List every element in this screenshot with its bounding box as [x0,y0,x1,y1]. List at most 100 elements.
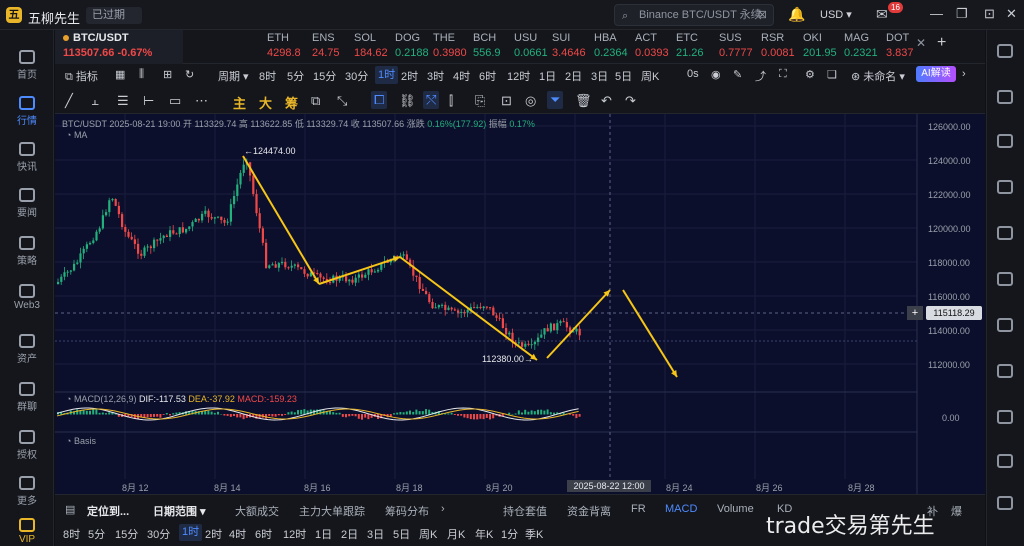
bottom-timeframe-13[interactable]: 周K [419,526,437,542]
timeframe-5[interactable]: 2时 [401,68,418,84]
bottom-timeframe-3[interactable]: 30分 [147,526,170,542]
ticker-sui[interactable]: SUI 3.4646 [552,30,592,64]
scale-icon[interactable]: ⤡ [337,93,347,109]
add-alert-button[interactable]: + [907,306,923,320]
ticker-eth[interactable]: ETH 4298.8 [267,30,307,64]
bottom-timeframe-10[interactable]: 2日 [341,526,358,542]
ticker-etc[interactable]: ETC 21.26 [676,30,716,64]
chevron-right-icon[interactable]: › [441,503,445,515]
more-dots-icon[interactable]: ⋯ [195,93,208,109]
bottom-timeframe-17[interactable]: 季K [525,526,543,542]
ticker-act[interactable]: ACT 0.0393 [635,30,675,64]
sidebar-item-news[interactable]: 快讯 [0,142,54,173]
bell-icon[interactable]: 🔔 [788,6,805,23]
history-icon[interactable] [997,454,1013,468]
share-icon[interactable]: ⤴ [755,68,766,84]
bottom-timeframe-16[interactable]: 1分 [501,526,518,542]
lock-icon[interactable]: ⊡ [501,93,512,109]
calendar-icon[interactable] [997,226,1013,240]
tab-divergence[interactable]: 资金背离 [567,503,611,519]
chips-button[interactable]: 筹 [285,93,298,112]
bottom-timeframe-12[interactable]: 5日 [393,526,410,542]
tab-large-trades[interactable]: 大额成交 [235,503,279,519]
timeframe-12[interactable]: 3日 [591,68,608,84]
bottom-timeframe-0[interactable]: 8时 [63,526,80,542]
tab-chips[interactable]: 筹码分布 [385,503,429,519]
tab-macd[interactable]: MACD [665,503,697,515]
ticker-usu[interactable]: USU 0.0661 [514,30,554,64]
ticker-hba[interactable]: HBA 0.2364 [594,30,634,64]
bottom-timeframe-8[interactable]: 12时 [283,526,306,542]
tab-volume[interactable]: Volume [717,503,754,515]
timeframe-3[interactable]: 30分 [345,68,368,84]
help-icon[interactable] [997,496,1013,510]
timeframe-14[interactable]: 周K [641,68,659,84]
bottom-timeframe-2[interactable]: 15分 [115,526,138,542]
unnamed-layout-select[interactable]: ⊛ 未命名 ▾ [851,68,905,84]
sidebar-item-vip[interactable]: VIP [0,518,54,545]
tab-main-orders[interactable]: 主力大单跟踪 [299,503,365,519]
eye-icon[interactable]: ◎ [525,93,536,109]
close-icon[interactable]: ✕ [1006,6,1017,22]
timeframe-8[interactable]: 6时 [479,68,496,84]
crosshair-icon[interactable]: ⤲ [423,91,440,109]
sidebar-item-market[interactable]: 行情 [0,96,54,127]
ai-interpret-button[interactable]: AI解读 [916,66,956,82]
bottom-timeframe-4[interactable]: 1时 [179,524,203,541]
ray-icon[interactable]: ⊢ [143,93,154,109]
channel-icon[interactable]: ☰ [117,93,129,109]
indicators-button[interactable]: ⧉ 指标 [65,68,98,84]
sidebar-item-auth[interactable]: 授权 [0,430,54,461]
rectangle-icon[interactable]: ▭ [169,93,181,109]
bottom-timeframe-6[interactable]: 4时 [229,526,246,542]
filter-icon[interactable]: ⏷ [547,91,564,109]
timeframe-2[interactable]: 15分 [313,68,336,84]
ticker-bch[interactable]: BCH 556.9 [473,30,513,64]
locate-button[interactable]: 定位到... [87,503,129,519]
calendar-icon[interactable]: ▦ [115,68,125,81]
timeframe-11[interactable]: 2日 [565,68,582,84]
big-order-button[interactable]: 大 [259,93,272,112]
basis-indicator-label[interactable]: ◔ Basis [66,436,96,446]
candlestick-chart[interactable] [55,114,985,494]
timeframe-0[interactable]: 8时 [259,68,276,84]
timeframe-4[interactable]: 1时 [375,66,399,84]
sidebar-item-more[interactable]: 更多 [0,476,54,507]
main-chart-button[interactable]: 主 [233,93,246,112]
sidebar-item-strategy[interactable]: 策略 [0,236,54,267]
layers-icon[interactable] [997,410,1013,424]
settings-icon[interactable]: ▤ [65,503,75,516]
maximize-icon[interactable]: ⊡ [984,6,995,22]
period-select[interactable]: 周期 ▾ [218,68,249,84]
trendline-icon[interactable]: ╱ [65,93,73,109]
bottom-timeframe-9[interactable]: 1日 [315,526,332,542]
ticker-mag[interactable]: MAG 0.2321 [844,30,884,64]
bottom-timeframe-14[interactable]: 月K [447,526,465,542]
undo-icon[interactable]: ↶ [601,93,612,109]
ticker-dog[interactable]: DOG 0.2188 [395,30,435,64]
sidebar-item-headlines[interactable]: 要闻 [0,188,54,219]
clear-icon[interactable]: ⊠ [758,5,767,25]
trend-icon[interactable] [997,180,1013,194]
close-icon[interactable]: ✕ [916,36,926,50]
ma-indicator-label[interactable]: ◔ MA [66,130,87,140]
more-icon[interactable]: › [962,68,966,80]
candle-icon[interactable]: ⫼ [139,68,144,81]
ticker-ens[interactable]: ENS 24.75 [312,30,352,64]
alert-icon[interactable] [997,318,1013,332]
sidebar-item-home[interactable]: 首页 [0,50,54,81]
bottom-timeframe-7[interactable]: 6时 [255,526,272,542]
ticker-oki[interactable]: OKI 201.95 [803,30,843,64]
tab-fr[interactable]: FR [631,503,646,515]
macd-indicator-label[interactable]: ◔ MACD(12,26,9) DIF:-117.53 DEA:-37.92 M… [66,394,297,404]
watchlist-icon[interactable] [997,44,1013,58]
timeframe-9[interactable]: 12时 [507,68,530,84]
orderbook-icon[interactable] [997,134,1013,148]
link-icon[interactable]: ⛓ [399,93,416,109]
template-icon[interactable]: ❏ [827,68,837,81]
compare-icon[interactable]: ⧉ [311,93,320,109]
pencil-icon[interactable]: ✎ [733,68,742,81]
bottom-timeframe-11[interactable]: 3日 [367,526,384,542]
notes-icon[interactable] [997,90,1013,104]
magnet-icon[interactable]: ⧠ [371,91,388,109]
